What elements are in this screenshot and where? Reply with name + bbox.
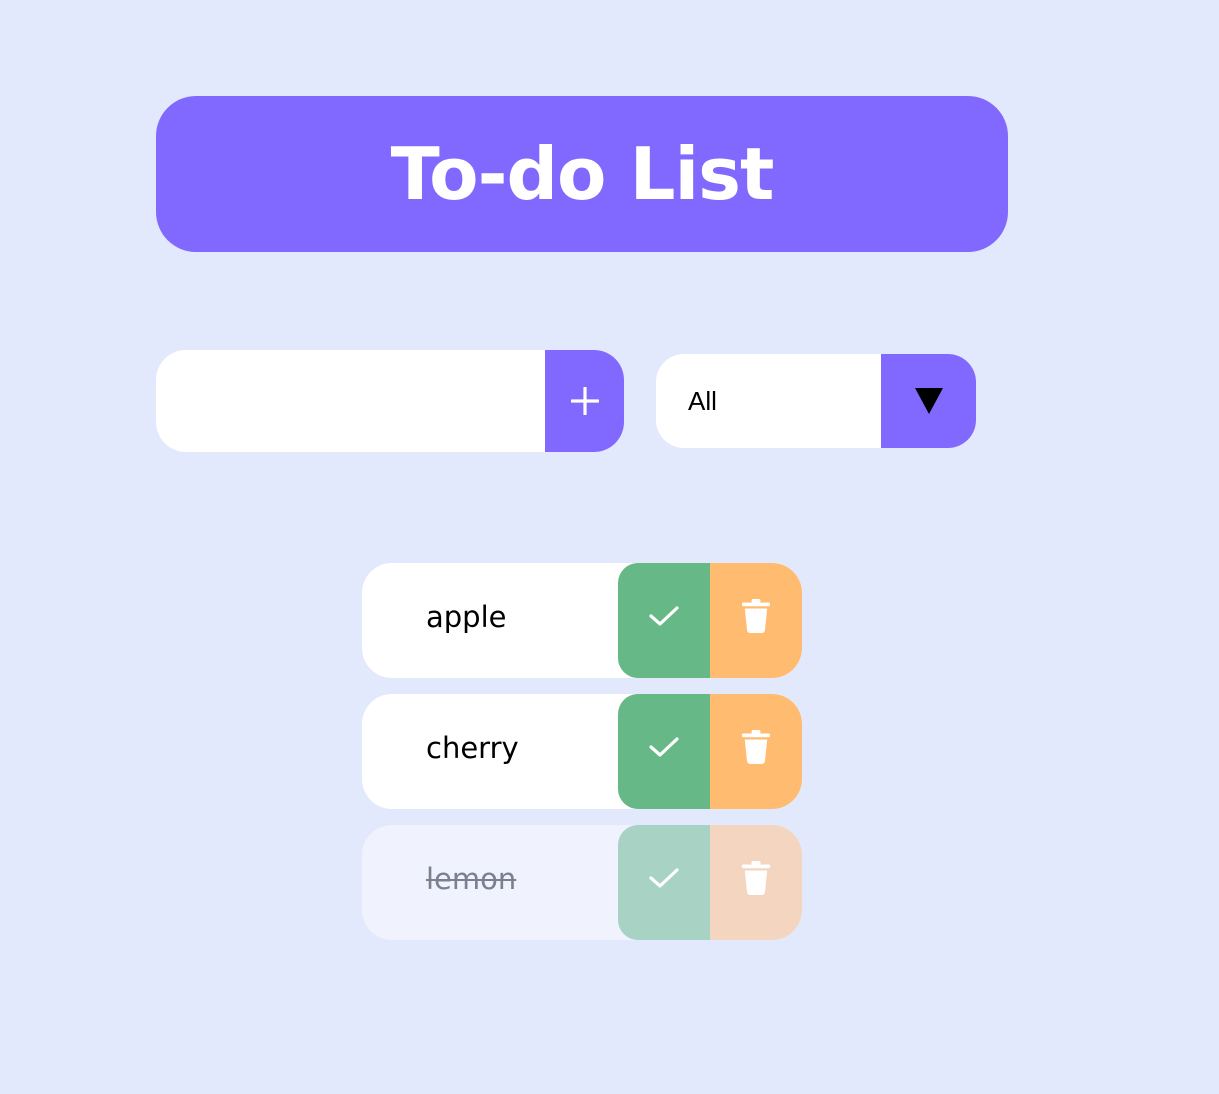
trash-icon	[742, 598, 770, 633]
todo-text: apple	[426, 599, 507, 634]
todo-text: lemon	[426, 861, 517, 896]
filter-select[interactable]: All	[656, 354, 976, 448]
triangle-down-icon	[914, 388, 943, 414]
page-title: To-do List	[390, 132, 775, 216]
delete-button[interactable]	[710, 563, 802, 678]
complete-button[interactable]	[618, 825, 710, 940]
todo-list: apple cherry lemon	[362, 563, 802, 956]
trash-icon	[742, 860, 770, 895]
app-header: To-do List	[156, 96, 1008, 252]
filter-selected-value: All	[688, 385, 717, 416]
todo-item: lemon	[362, 825, 802, 940]
todo-text: cherry	[426, 730, 519, 765]
todo-item: apple	[362, 563, 802, 678]
checkmark-icon	[648, 735, 680, 759]
checkmark-icon	[648, 866, 680, 890]
todo-input[interactable]	[156, 350, 545, 452]
delete-button[interactable]	[710, 694, 802, 809]
checkmark-icon	[648, 604, 680, 628]
add-todo-form	[156, 350, 624, 452]
trash-icon	[742, 729, 770, 764]
delete-button[interactable]	[710, 825, 802, 940]
plus-icon	[570, 387, 599, 415]
complete-button[interactable]	[618, 694, 710, 809]
todo-item: cherry	[362, 694, 802, 809]
add-todo-button[interactable]	[545, 350, 624, 452]
filter-dropdown-button[interactable]	[881, 354, 976, 448]
complete-button[interactable]	[618, 563, 710, 678]
